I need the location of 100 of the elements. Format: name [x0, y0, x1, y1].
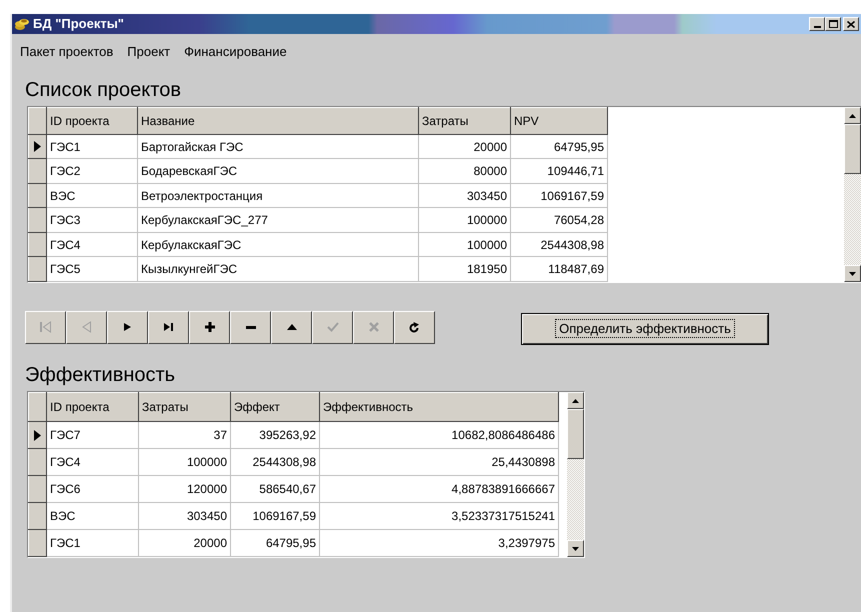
next-record-button[interactable] [107, 310, 148, 344]
table-cell: ВЭС [46, 502, 138, 530]
row-indicator[interactable] [28, 232, 46, 257]
table-cell: ГЭС5 [46, 256, 138, 282]
column-header[interactable]: NPV [510, 108, 608, 134]
close-button[interactable] [843, 17, 859, 31]
table-cell: 120000 [138, 476, 230, 503]
row-indicator[interactable] [28, 530, 46, 556]
table-cell: КызылкунгейГЭС [138, 256, 418, 282]
window-title: БД "Проекты" [32, 15, 125, 34]
table-cell: 100000 [138, 448, 230, 476]
minus-icon [246, 326, 256, 328]
play-triangle-icon [124, 323, 131, 331]
table-cell: 181950 [418, 256, 510, 282]
maximize-button[interactable] [825, 17, 841, 31]
table-cell: КербулакскаяГЭС [138, 232, 418, 257]
vertical-scrollbar[interactable] [844, 107, 861, 282]
menu-item[interactable]: Пакет проектов [20, 42, 114, 64]
scroll-up-button[interactable] [844, 107, 861, 124]
current-row-indicator[interactable] [28, 134, 46, 159]
table-cell: ГЭС7 [46, 422, 138, 449]
delete-record-button[interactable] [230, 310, 271, 344]
section-heading: Список проектов [24, 78, 182, 102]
evaluate-button[interactable]: Определить эффективность [521, 313, 769, 345]
scroll-down-button[interactable] [567, 540, 584, 557]
checkmark-icon [326, 322, 338, 332]
section-heading: Эффективность [24, 363, 176, 387]
table-cell: ВЭС [46, 183, 138, 208]
scroll-thumb[interactable] [567, 409, 584, 459]
table-cell: Ветроэлектростанция [138, 183, 418, 208]
column-header[interactable]: Затраты [418, 108, 510, 134]
table-cell: 64795,95 [510, 134, 608, 159]
edit-record-button[interactable] [271, 310, 312, 344]
table-cell: 20000 [138, 530, 230, 556]
up-triangle-icon [572, 398, 579, 402]
table-cell: Бартогайская ГЭС [138, 134, 418, 159]
table-cell: 395263,92 [230, 422, 320, 449]
table-cell: ГЭС3 [46, 208, 138, 232]
table-cell: 586540,67 [230, 476, 320, 503]
table-cell: БодаревскаяГЭС [138, 158, 418, 184]
last-record-icon [164, 323, 173, 331]
table-cell: ГЭС6 [46, 476, 138, 503]
down-triangle-icon [572, 546, 579, 550]
row-indicator[interactable] [28, 502, 46, 530]
table-cell: 76054,28 [510, 208, 608, 232]
table-cell: ГЭС1 [46, 530, 138, 556]
table-cell: 109446,71 [510, 158, 608, 184]
table-cell: 303450 [138, 502, 230, 530]
scroll-thumb[interactable] [844, 124, 861, 174]
coins-icon [14, 16, 30, 32]
vertical-scrollbar[interactable] [567, 392, 584, 557]
column-header[interactable]: ID проекта [46, 108, 138, 134]
add-record-button[interactable] [189, 310, 230, 344]
table-cell: 25,4430898 [320, 448, 558, 476]
table-cell: 20000 [418, 134, 510, 159]
table-cell: 100000 [418, 232, 510, 257]
scroll-down-button[interactable] [844, 265, 861, 282]
table-cell: 100000 [418, 208, 510, 232]
table-cell: 3,52337317515241 [320, 502, 558, 530]
column-header[interactable]: Эффект [230, 392, 320, 422]
table-cell: 64795,95 [230, 530, 320, 556]
table-cell: 2544308,98 [230, 448, 320, 476]
up-triangle-icon [849, 114, 856, 118]
column-header[interactable]: Название [138, 108, 418, 134]
column-header[interactable]: Эффективность [320, 392, 558, 422]
row-indicator[interactable] [28, 208, 46, 232]
table-cell: ГЭС2 [46, 158, 138, 184]
table-cell: 1069167,59 [230, 502, 320, 530]
table-cell: 2544308,98 [510, 232, 608, 257]
row-indicator[interactable] [28, 256, 46, 282]
scroll-up-button[interactable] [567, 392, 584, 409]
table-cell: 303450 [418, 183, 510, 208]
table-cell: 4,88783891666667 [320, 476, 558, 503]
table-cell: 1069167,59 [510, 183, 608, 208]
table-cell: ГЭС4 [46, 448, 138, 476]
up-triangle-icon [286, 324, 296, 330]
refresh-button[interactable] [394, 310, 435, 344]
minimize-button[interactable] [809, 17, 825, 31]
row-indicator[interactable] [28, 158, 46, 184]
down-triangle-icon [849, 272, 856, 276]
table-cell: 80000 [418, 158, 510, 184]
maximize-icon [828, 20, 838, 28]
cross-icon [368, 322, 378, 332]
table-cell: КербулакскаяГЭС_277 [138, 208, 418, 232]
close-icon [847, 20, 855, 28]
pointer-triangle-icon [34, 141, 41, 152]
first-record-icon [40, 321, 51, 333]
plus-icon [204, 322, 214, 332]
column-header[interactable]: ID проекта [46, 392, 138, 422]
table-cell: 10682,8086486486 [320, 422, 558, 449]
table-cell: ГЭС4 [46, 232, 138, 257]
current-row-indicator[interactable] [28, 422, 46, 449]
row-indicator[interactable] [28, 448, 46, 476]
previous-record-icon [82, 321, 91, 333]
last-record-button[interactable] [148, 310, 189, 344]
row-indicator[interactable] [28, 476, 46, 503]
menu-item[interactable]: Финансирование [184, 42, 287, 64]
menu-item[interactable]: Проект [127, 42, 170, 64]
column-header[interactable]: Затраты [138, 392, 230, 422]
row-indicator[interactable] [28, 183, 46, 208]
